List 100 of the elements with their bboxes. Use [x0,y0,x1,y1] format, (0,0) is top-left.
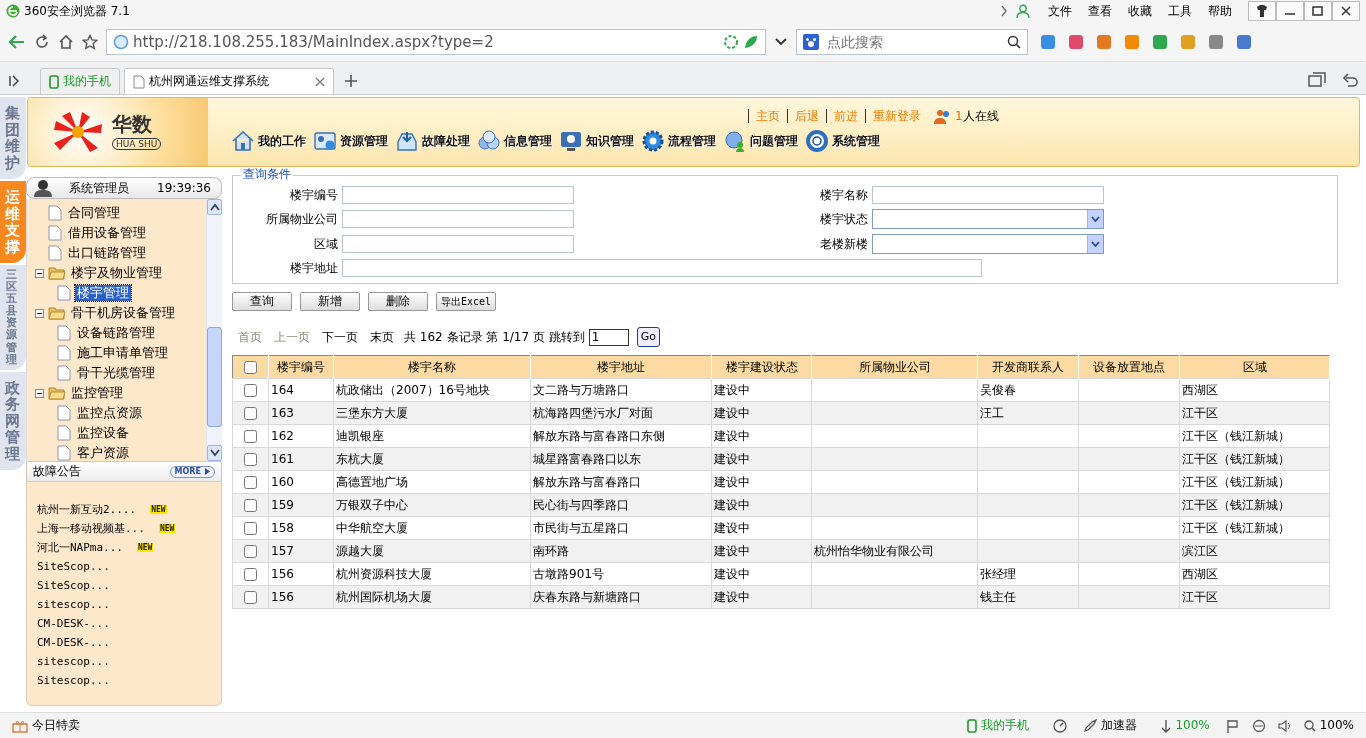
select-all-checkbox[interactable] [244,360,257,374]
row-checkbox[interactable] [244,567,257,581]
tree-item[interactable]: 客户资源 [75,445,131,461]
accelerator-button[interactable]: 加速器 [1101,718,1138,733]
tree-item[interactable]: 施工申请单管理 [75,345,170,361]
row-checkbox[interactable] [244,498,257,512]
zoom-level[interactable]: 100% [1319,718,1354,733]
side-tab[interactable]: 政务网管理 [0,371,26,471]
input-field[interactable] [872,186,1104,204]
caret-icon[interactable] [774,35,788,48]
row-checkbox[interactable] [244,475,257,489]
action-button[interactable]: 查询 [232,292,292,311]
refresh-icon[interactable] [34,33,50,50]
maximize-icon[interactable] [1310,4,1326,18]
notice-link[interactable]: SiteScop... [37,559,110,574]
action-button[interactable]: 删除 [368,292,428,311]
nav-menu-item[interactable]: 资源管理 [314,130,388,152]
speaker-icon[interactable] [1277,718,1292,733]
menu-item[interactable]: 查看 [1080,3,1120,19]
notice-link[interactable]: sitescop... [37,654,110,669]
tree-item[interactable]: 楼宇管理 [75,285,131,301]
page-input[interactable]: 1 [588,328,629,346]
collapse-icon[interactable] [35,308,44,318]
tree-item[interactable]: 骨干光缆管理 [75,365,157,381]
go-button[interactable]: Go [636,327,660,347]
tree-item[interactable]: 设备链路管理 [75,325,157,341]
row-checkbox[interactable] [244,544,257,558]
windows-icon[interactable] [1308,72,1326,88]
zoom-icon[interactable] [1303,719,1316,732]
pager-link[interactable]: 末页 [364,329,400,345]
notice-link[interactable]: Sitescop... [37,673,110,688]
tree-item[interactable]: 楼宇及物业管理 [69,265,164,281]
notice-link[interactable]: sitescop... [37,597,110,612]
notice-link[interactable]: 杭州一新互动2.... [37,502,137,517]
app-icon[interactable] [1040,33,1056,50]
tree-item[interactable]: 监控设备 [75,425,131,441]
app-icon[interactable] [1096,33,1112,50]
row-checkbox[interactable] [244,590,257,604]
input-field[interactable] [342,235,574,253]
row-checkbox[interactable] [244,383,257,397]
scroll-thumb[interactable] [207,327,222,427]
paw-icon[interactable] [803,33,821,50]
back-icon[interactable] [8,33,26,50]
row-checkbox[interactable] [244,452,257,466]
menu-item[interactable]: 文件 [1040,3,1080,19]
tree-item[interactable]: 监控点资源 [75,405,144,421]
dropdown[interactable] [872,209,1104,229]
star-icon[interactable] [82,33,98,50]
app-icon[interactable] [1124,33,1140,50]
new-tab-icon[interactable] [344,74,358,88]
speedometer-icon[interactable] [1053,718,1068,733]
action-button[interactable]: 导出Excel [436,292,497,311]
menu-item[interactable]: 工具 [1160,3,1200,19]
pager-link[interactable]: 下一页 [316,329,364,345]
collapse-icon[interactable] [35,388,44,398]
collapse-icon[interactable] [35,268,44,278]
nav-menu-item[interactable]: 系统管理 [806,130,880,152]
phone-icon[interactable] [967,718,978,733]
app-icon[interactable] [1152,33,1168,50]
tree-item[interactable]: 监控管理 [69,385,125,401]
address-bar[interactable]: http://218.108.255.183/MainIndex.aspx?type=2 [106,28,766,55]
tree-item[interactable]: 借用设备管理 [66,225,148,241]
row-checkbox[interactable] [244,406,257,420]
sidebar-toggle-icon[interactable] [8,74,22,88]
nav-menu-item[interactable]: 我的工作 [232,130,306,152]
nav-menu-item[interactable]: 故障处理 [396,130,470,152]
nav-menu-item[interactable]: 问题管理 [724,130,798,152]
input-field[interactable] [342,186,574,204]
app-icon[interactable] [1068,33,1084,50]
notice-link[interactable]: SiteScop... [37,578,110,593]
notice-link[interactable]: 上海一移动视频基... [37,521,145,536]
search-box[interactable]: 点此搜索 [796,28,1028,55]
more-button[interactable]: MORE [169,465,215,478]
notice-link[interactable]: 河北一NAPma... [37,540,123,555]
input-field[interactable] [342,210,574,228]
menu-item[interactable]: 收藏 [1120,3,1160,19]
menu-item[interactable]: 帮助 [1200,3,1240,19]
app-icon[interactable] [1208,33,1224,50]
flag-icon[interactable] [1225,718,1240,733]
tree-item[interactable]: 骨干机房设备管理 [69,305,177,321]
nav-menu-item[interactable]: 信息管理 [478,130,552,152]
home-icon[interactable] [58,33,74,50]
row-checkbox[interactable] [244,521,257,535]
action-button[interactable]: 新增 [300,292,360,311]
user-icon[interactable] [1016,4,1030,18]
side-tab[interactable]: 三区五县资源管理 [0,265,26,370]
app-icon[interactable] [1236,33,1252,50]
tree-item[interactable]: 合同管理 [66,205,122,221]
undo-icon[interactable] [1342,72,1358,88]
nav-menu-item[interactable]: 知识管理 [560,130,634,152]
row-checkbox[interactable] [244,429,257,443]
chevron-icon[interactable] [1000,5,1008,17]
notice-link[interactable]: CM-DESK-... [37,635,110,650]
scroll-up-icon[interactable] [209,203,220,211]
tree-item[interactable]: 出口链路管理 [66,245,148,261]
scroll-down-icon[interactable] [209,449,220,457]
input-field[interactable] [342,259,982,277]
nav-menu-item[interactable]: 流程管理 [642,130,716,152]
close-icon[interactable] [1338,4,1354,18]
browser-tab[interactable]: 杭州网通运维支撑系统 [124,68,334,94]
